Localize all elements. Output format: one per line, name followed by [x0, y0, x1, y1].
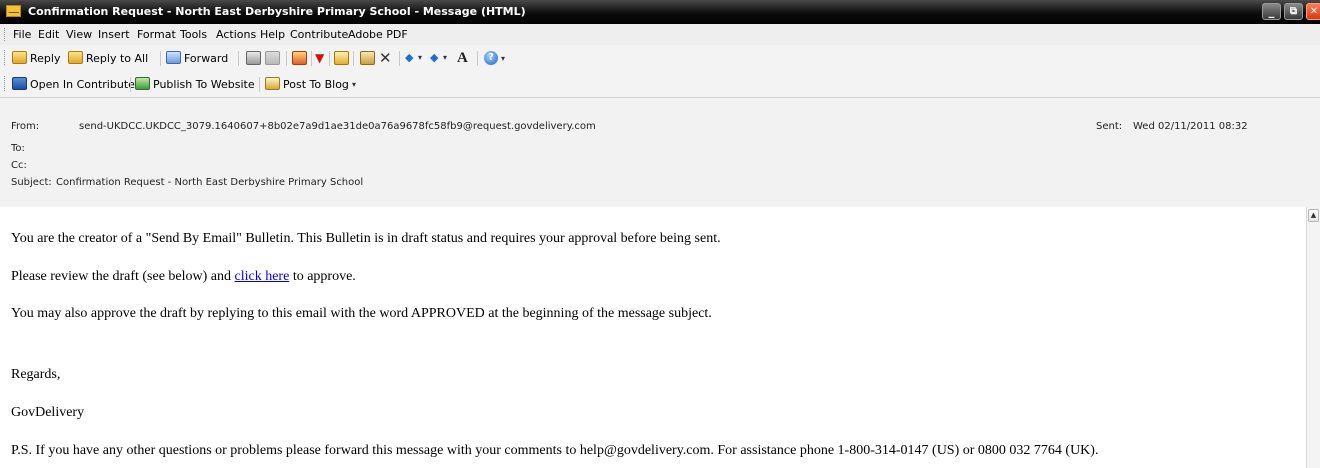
- toolbar-separator: [399, 51, 400, 66]
- blog-icon: [265, 77, 280, 90]
- menu-edit[interactable]: Edit: [38, 28, 59, 41]
- toolbar-separator: [160, 51, 161, 66]
- window-title: Confirmation Request - North East Derbys…: [28, 5, 526, 18]
- menu-help[interactable]: Help: [260, 28, 285, 41]
- toolbar-separator: [130, 77, 131, 92]
- restore-button[interactable]: ⧉: [1284, 3, 1303, 20]
- message-line-1: You are the creator of a "Send By Email"…: [11, 231, 721, 246]
- previous-dropdown-icon[interactable]: ▾: [418, 51, 428, 65]
- contribute-icon: [12, 77, 27, 90]
- menu-bar: File Edit View Insert Format Tools Actio…: [0, 24, 1320, 46]
- toolbar-grip: [4, 76, 8, 91]
- close-button[interactable]: ✕: [1306, 3, 1320, 20]
- forward-button[interactable]: Forward: [166, 51, 228, 67]
- flag-icon[interactable]: ▼: [315, 51, 325, 65]
- message-body: You are the creator of a "Send By Email"…: [0, 207, 1306, 468]
- toolbar-overflow-icon[interactable]: ▾: [501, 54, 508, 64]
- toolbar-separator: [238, 51, 239, 66]
- line-2-text-before: Please review the draft (see below) and: [11, 269, 235, 284]
- toolbar-separator: [286, 51, 287, 66]
- menu-format[interactable]: Format: [137, 28, 176, 41]
- standard-toolbar: Reply Reply to All Forward ▼ ✕ ◆ ▾ ◆ ▾ A…: [0, 45, 1320, 72]
- post-to-blog-label: Post To Blog: [283, 78, 349, 91]
- scroll-up-button[interactable]: ▲: [1308, 209, 1319, 222]
- reply-all-icon: [68, 51, 83, 64]
- toolbar-separator: [353, 51, 354, 66]
- menu-insert[interactable]: Insert: [98, 28, 130, 41]
- to-label: To:: [11, 143, 25, 154]
- toolbar-separator: [259, 77, 260, 92]
- menu-actions[interactable]: Actions: [216, 28, 256, 41]
- message-line-3: You may also approve the draft by replyi…: [11, 306, 712, 321]
- forward-icon: [166, 51, 181, 64]
- open-envelope-icon[interactable]: [334, 51, 349, 65]
- message-header: From: send-UKDCC.UKDCC_3079.1640607+8b02…: [0, 97, 1320, 208]
- menu-contribute[interactable]: Contribute: [290, 28, 348, 41]
- toolbar-separator: [329, 51, 330, 66]
- ps-line: P.S. If you have any other questions or …: [11, 443, 1099, 458]
- reply-label: Reply: [30, 52, 61, 65]
- message-line-2: Please review the draft (see below) and …: [11, 269, 356, 285]
- forward-label: Forward: [184, 52, 229, 65]
- menu-view[interactable]: View: [66, 28, 92, 41]
- signature-line: GovDelivery: [11, 405, 85, 420]
- help-icon[interactable]: ?: [484, 51, 498, 65]
- open-in-contribute-button[interactable]: Open In Contribute: [12, 77, 135, 93]
- subject-value: Confirmation Request - North East Derbys…: [56, 177, 364, 188]
- toolbar-separator: [477, 51, 478, 66]
- cc-label: Cc:: [11, 160, 27, 171]
- open-in-contribute-label: Open In Contribute: [30, 78, 135, 91]
- sent-value: Wed 02/11/2011 08:32: [1133, 121, 1248, 132]
- menu-grip: [4, 28, 8, 41]
- from-label: From:: [11, 121, 40, 132]
- reply-icon: [12, 51, 27, 64]
- vertical-scrollbar[interactable]: ▲: [1306, 207, 1320, 468]
- sent-label: Sent:: [1096, 121, 1123, 132]
- menu-adobe-pdf[interactable]: Adobe PDF: [348, 28, 408, 41]
- line-2-text-after: to approve.: [289, 269, 356, 284]
- regards-line: Regards,: [11, 367, 61, 382]
- address-book-icon[interactable]: [360, 51, 375, 65]
- reply-all-button[interactable]: Reply to All: [68, 51, 148, 67]
- menu-tools[interactable]: Tools: [180, 28, 207, 41]
- title-bar: Confirmation Request - North East Derbys…: [0, 0, 1320, 24]
- minimize-button[interactable]: _: [1262, 3, 1281, 20]
- reply-all-label: Reply to All: [86, 52, 149, 65]
- post-to-blog-button[interactable]: Post To Blog: [265, 77, 349, 93]
- delete-icon[interactable]: ✕: [379, 51, 394, 66]
- envelope-icon: [6, 5, 21, 17]
- toolbar-grip: [4, 50, 8, 65]
- click-here-link[interactable]: click here: [235, 269, 290, 284]
- print-icon[interactable]: [246, 51, 261, 65]
- next-dropdown-icon[interactable]: ▾: [443, 51, 453, 65]
- publish-icon: [135, 77, 150, 90]
- menu-file[interactable]: File: [13, 28, 31, 41]
- reply-button[interactable]: Reply: [12, 51, 60, 67]
- font-size-icon[interactable]: A: [457, 51, 472, 66]
- publish-to-website-label: Publish To Website: [153, 78, 255, 91]
- publish-to-website-button[interactable]: Publish To Website: [135, 77, 255, 93]
- subject-label: Subject:: [11, 177, 52, 188]
- toolbar2-overflow-icon[interactable]: ▾: [352, 80, 359, 90]
- copy-icon[interactable]: [265, 51, 280, 65]
- toolbar-separator: [311, 51, 312, 66]
- move-to-folder-icon[interactable]: [292, 51, 307, 65]
- from-value[interactable]: send-UKDCC.UKDCC_3079.1640607+8b02e7a9d1…: [79, 121, 596, 132]
- contribute-toolbar: Open In Contribute Publish To Website Po…: [0, 71, 1320, 98]
